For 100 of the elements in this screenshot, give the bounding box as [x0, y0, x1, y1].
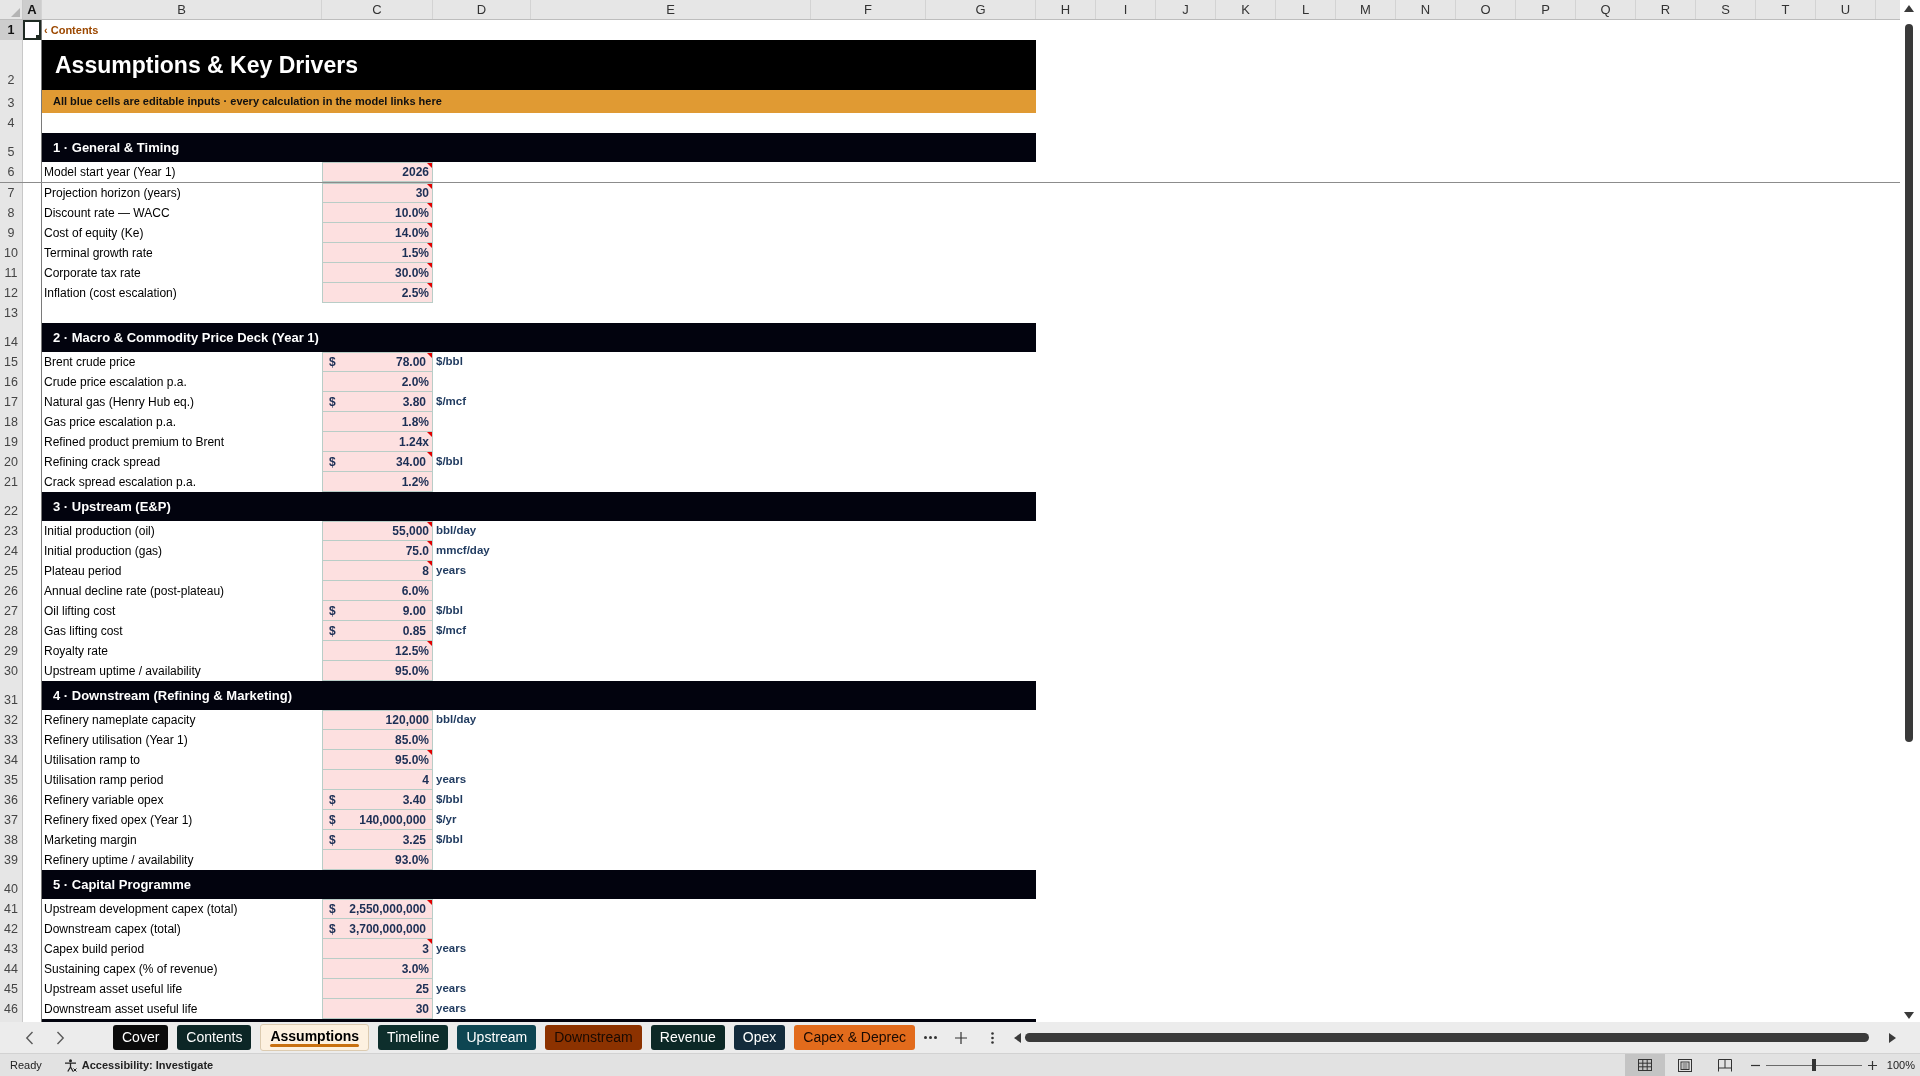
row-header[interactable]: 17 [0, 392, 23, 412]
row-header[interactable]: 6 [0, 162, 23, 182]
row-header[interactable]: 22 [0, 492, 23, 521]
column-header[interactable]: D [433, 0, 531, 19]
column-header[interactable]: C [322, 0, 433, 19]
input-cell[interactable]: 3 [322, 939, 433, 959]
input-cell[interactable]: 2.0% [322, 372, 433, 392]
column-header[interactable]: I [1096, 0, 1156, 19]
input-cell[interactable]: $ 9.00 [322, 601, 433, 621]
sheet-tab[interactable]: Contents [177, 1025, 252, 1050]
zoom-level[interactable]: 100% [1886, 1056, 1915, 1074]
input-cell[interactable]: 55,000 [322, 521, 433, 541]
row-header[interactable]: 37 [0, 810, 23, 830]
sheet-tab[interactable]: Revenue [650, 1025, 725, 1050]
scrollbar-thumb[interactable] [1025, 1033, 1869, 1042]
input-cell[interactable]: $ 2,550,000,000 [322, 899, 433, 919]
input-cell[interactable]: 30 [322, 999, 433, 1019]
scrollbar-thumb[interactable] [1905, 24, 1913, 742]
input-cell[interactable]: 30.0% [322, 263, 433, 283]
input-cell[interactable]: 25 [322, 979, 433, 999]
scroll-down-icon[interactable] [1904, 1012, 1914, 1019]
row-header[interactable]: 3 [0, 90, 23, 113]
row-header[interactable]: 11 [0, 263, 23, 283]
column-header[interactable]: S [1696, 0, 1756, 19]
column-header[interactable]: G [926, 0, 1036, 19]
column-header[interactable]: K [1216, 0, 1276, 19]
sheet-tab[interactable]: Capex & Deprec [794, 1025, 915, 1050]
column-header[interactable]: P [1516, 0, 1576, 19]
scroll-up-icon[interactable] [1904, 5, 1914, 12]
row-header[interactable]: 9 [0, 223, 23, 243]
row-header[interactable]: 27 [0, 601, 23, 621]
scroll-left-icon[interactable] [1014, 1032, 1021, 1043]
input-cell[interactable]: 10.0% [322, 203, 433, 223]
accessibility-icon[interactable] [63, 1058, 77, 1072]
row-header[interactable]: 24 [0, 541, 23, 561]
input-cell[interactable]: $ 34.00 [322, 452, 433, 472]
input-cell[interactable]: $ 3,700,000,000 [322, 919, 433, 939]
row-header[interactable]: 20 [0, 452, 23, 472]
ellipsis-icon[interactable] [924, 1036, 937, 1039]
row-header[interactable]: 36 [0, 790, 23, 810]
row-header[interactable]: 32 [0, 710, 23, 730]
row-header[interactable]: 29 [0, 641, 23, 661]
column-header[interactable]: U [1816, 0, 1876, 19]
input-cell[interactable]: 85.0% [322, 730, 433, 750]
sheet-tab[interactable]: Timeline [378, 1025, 449, 1050]
column-header[interactable]: E [531, 0, 811, 19]
sheet-tab[interactable]: Upstream [457, 1025, 537, 1050]
column-header[interactable]: L [1276, 0, 1336, 19]
input-cell[interactable]: 120,000 [322, 710, 433, 730]
view-button[interactable] [1624, 1054, 1665, 1076]
input-cell[interactable]: 2.5% [322, 283, 433, 303]
scroll-right-icon[interactable] [1889, 1032, 1896, 1043]
row-header[interactable]: 5 [0, 133, 23, 162]
row-header[interactable]: 1 [0, 20, 23, 40]
input-cell[interactable]: $ 140,000,000 [322, 810, 433, 830]
row-header[interactable]: 26 [0, 581, 23, 601]
input-cell[interactable]: 2026 [322, 162, 433, 182]
row-header[interactable]: 43 [0, 939, 23, 959]
row-header[interactable]: 46 [0, 999, 23, 1019]
column-header[interactable]: O [1456, 0, 1516, 19]
input-cell[interactable]: 1.8% [322, 412, 433, 432]
row-header[interactable]: 31 [0, 681, 23, 710]
zoom-in-icon[interactable] [1867, 1060, 1877, 1070]
input-cell[interactable]: 75.0 [322, 541, 433, 561]
row-header[interactable]: 13 [0, 303, 23, 323]
chevron-right-icon[interactable] [56, 1030, 65, 1045]
column-header[interactable]: H [1036, 0, 1096, 19]
row-header[interactable]: 42 [0, 919, 23, 939]
row-header[interactable]: 38 [0, 830, 23, 850]
row-header[interactable]: 39 [0, 850, 23, 870]
column-header[interactable]: Q [1576, 0, 1636, 19]
input-cell[interactable]: 30 [322, 183, 433, 203]
contents-link[interactable]: ‹ Contents [44, 21, 99, 39]
row-header[interactable]: 23 [0, 521, 23, 541]
selected-cell[interactable] [23, 20, 41, 40]
input-cell[interactable]: 12.5% [322, 641, 433, 661]
input-cell[interactable]: $ 78.00 [322, 352, 433, 372]
row-header[interactable]: 44 [0, 959, 23, 979]
input-cell[interactable]: 95.0% [322, 750, 433, 770]
row-header[interactable]: 8 [0, 203, 23, 223]
column-header[interactable]: F [811, 0, 926, 19]
input-cell[interactable]: 4 [322, 770, 433, 790]
row-header[interactable]: 35 [0, 770, 23, 790]
row-header[interactable]: 2 [0, 40, 23, 90]
column-header[interactable]: A [23, 0, 42, 19]
add-sheet-icon[interactable] [955, 1031, 967, 1044]
input-cell[interactable]: 95.0% [322, 661, 433, 681]
row-header[interactable]: 19 [0, 432, 23, 452]
row-header[interactable]: 15 [0, 352, 23, 372]
input-cell[interactable]: $ 0.85 [322, 621, 433, 641]
row-header[interactable]: 16 [0, 372, 23, 392]
column-header[interactable]: J [1156, 0, 1216, 19]
column-header[interactable]: T [1756, 0, 1816, 19]
row-header[interactable]: 41 [0, 899, 23, 919]
sheet-tab[interactable]: Assumptions [260, 1024, 370, 1051]
column-header[interactable]: B [42, 0, 322, 19]
input-cell[interactable]: 8 [322, 561, 433, 581]
input-cell[interactable]: $ 3.40 [322, 790, 433, 810]
input-cell[interactable]: 1.24x [322, 432, 433, 452]
input-cell[interactable]: 3.0% [322, 959, 433, 979]
